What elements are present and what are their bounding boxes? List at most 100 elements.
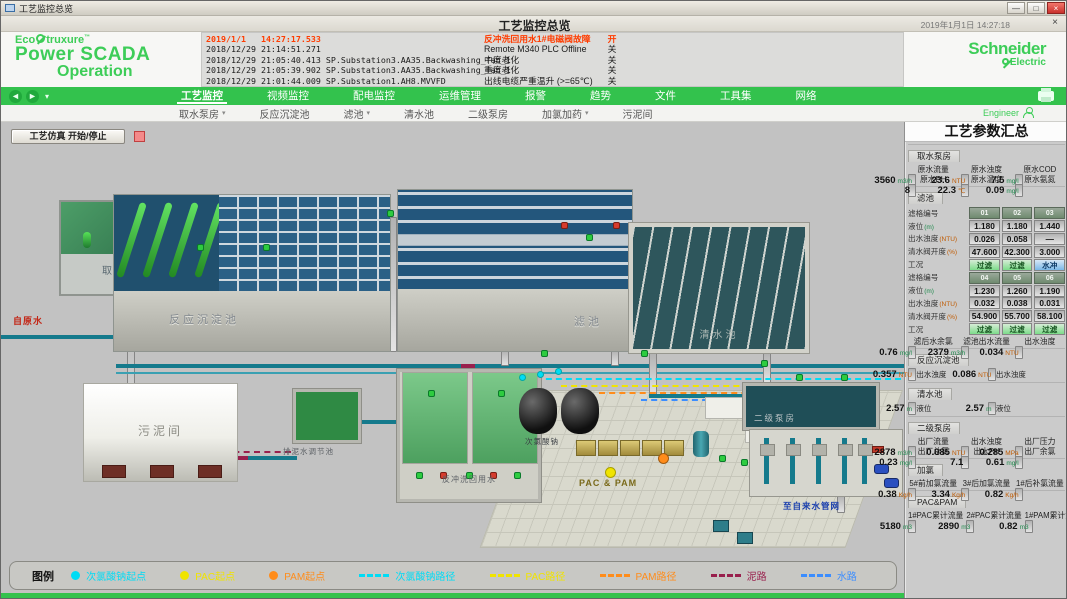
subnav-tab[interactable]: 污泥间▾ (623, 106, 653, 121)
filter-cell: 0.032 (969, 297, 1000, 309)
nav-menu-item[interactable]: 文件 (633, 88, 698, 105)
filter-cell: 1.260 (1002, 285, 1033, 297)
scada-window: 工艺监控总览 — □ × 工艺监控总览 2019年1月1日 14:27:18 ×… (0, 0, 1067, 599)
section-tab-clearwell[interactable]: 清水池 (908, 388, 952, 400)
simulation-start-stop-button[interactable]: 工艺仿真 开始/停止 (11, 129, 125, 144)
backwash-reuse-pools[interactable]: 反冲洗回用水 (397, 369, 541, 502)
legend-bar: 图例 次氯酸钠起点 PAC起点 PAM起点 次氯酸钠路径 PAC路径 PAM路径… (1, 558, 904, 593)
pam-start-point-icon (658, 453, 669, 464)
legend-item: PAM路径 (600, 568, 677, 583)
section-tab-secondary[interactable]: 二级泵房 (908, 422, 960, 434)
section-tab-intake[interactable]: 取水泵房 (908, 150, 960, 162)
minimize-button[interactable]: — (1007, 2, 1025, 14)
nav-menu-item[interactable]: 趋势 (568, 88, 633, 105)
valve-icon[interactable] (586, 234, 593, 241)
alarm-row[interactable]: 2018/12/29 21:14:51.271Remote M340 PLC O… (206, 44, 899, 54)
subnav-tab[interactable]: 二级泵房▾ (468, 106, 508, 121)
parameter-box: 滤池出水流量2379m3/h (961, 337, 1011, 346)
nav-menu-item[interactable]: 网络 (774, 88, 839, 105)
naclo-tank[interactable] (519, 388, 557, 434)
schneider-logo: Schneider Electric (968, 41, 1046, 68)
parameter-value: 7.1 (950, 457, 963, 469)
pac-pam-area[interactable] (576, 440, 702, 476)
alarm-row[interactable]: 2018/12/29 21:01:44.009 SP.Substation1.A… (206, 76, 899, 86)
parameter-value: 0.76 (879, 347, 898, 359)
parameter-unit: Kg/h (899, 492, 912, 499)
valve-icon[interactable] (613, 222, 620, 229)
valve-icon[interactable] (263, 244, 270, 251)
parameter-value: 0.034 (980, 347, 1004, 359)
alarm-state: 开 (602, 34, 622, 44)
alarm-row[interactable]: 2018/12/29 21:05:40.413 SP.Substation3.A… (206, 55, 899, 65)
parameter-value: 0.086 (952, 369, 976, 381)
valve-icon[interactable] (796, 374, 803, 381)
regulating-pond-label: 排泥水调节池 (283, 446, 334, 457)
naclo-tank[interactable] (561, 388, 599, 434)
legend-item: PAC起点 (180, 568, 235, 583)
parameter-box: 1#PAC累计流量5180m3 (908, 511, 963, 520)
alarm-row[interactable]: 2018/12/29 21:05:39.902 SP.Substation3.A… (206, 65, 899, 75)
nav-history-caret-icon[interactable]: ▾ (45, 92, 49, 101)
nav-menu-item[interactable]: 工具集 (698, 88, 774, 105)
valve-icon[interactable] (387, 210, 394, 217)
pump-icon[interactable] (884, 478, 899, 488)
subnav-tab[interactable]: 清水池▾ (404, 106, 434, 121)
subnav-tab[interactable]: 反应沉淀池▾ (260, 106, 310, 121)
parameter-value: 2.57 (886, 403, 905, 415)
ecostruxure-logo: Ecotruxure™ Power SCADA Operation (15, 34, 150, 80)
legend-item-label: PAC起点 (195, 568, 235, 583)
alarm-row[interactable]: 2019/1/1 14:27:17.533反冲洗回用水1#电磁阀故障开 (206, 34, 899, 44)
parameter-box: 出水浊度0.034NTU (1015, 337, 1065, 346)
sludge-house[interactable]: 污泥间 (83, 383, 238, 482)
legend-title: 图例 (32, 568, 54, 584)
nav-menu-item[interactable]: 工艺监控 (159, 88, 245, 105)
nav-menu-item[interactable]: 运维管理 (417, 88, 503, 105)
parameter-label: 原水浊度 (961, 165, 1011, 174)
parameter-label: 3#后加氯流量 (961, 479, 1011, 488)
parameter-box: 1#PAM累计流量0.82m3 (1025, 511, 1067, 520)
parameter-value: 3.34 (931, 489, 950, 501)
nav-menu-item[interactable]: 报警 (503, 88, 568, 105)
page-close-icon[interactable]: × (1048, 17, 1062, 28)
reaction-sedimentation-tank[interactable]: 反应沉淀池 (113, 194, 391, 352)
ecostruxure-glyph-icon (36, 34, 45, 43)
clear-water-pool[interactable]: 清水池 (629, 223, 809, 353)
valve-icon[interactable] (841, 374, 848, 381)
filter-cell: 过滤 (969, 259, 1000, 271)
product-name-line1: Power SCADA (15, 46, 150, 64)
legend-item-label: 泥路 (747, 568, 767, 583)
parameter-value-box: 7.1 (961, 456, 969, 469)
equipment-box (713, 520, 729, 532)
nav-back-button[interactable]: ◄ (9, 90, 22, 103)
user-badge[interactable]: Engineer (983, 107, 1034, 118)
parameter-label: 出厂流量 (908, 437, 958, 446)
parameter-label: 5#前加氯流量 (908, 479, 958, 488)
parameter-value-box: 8 (908, 184, 916, 197)
subnav-tab[interactable]: 滤池▾ (344, 106, 371, 121)
parameter-value-box: 0.034NTU (1015, 346, 1023, 359)
nav-menu-item[interactable]: 视频监控 (245, 88, 331, 105)
nav-menu-item[interactable]: 配电监控 (331, 88, 417, 105)
alarm-message: 反冲洗回用水1#电磁阀故障 (484, 34, 602, 44)
alarm-state: 关 (602, 55, 622, 65)
subnav-tab-label: 加氯加药 (542, 106, 582, 121)
subnav-tab[interactable]: 取水泵房▾ (179, 106, 226, 121)
close-button[interactable]: × (1047, 2, 1065, 14)
parameter-value-box: 2379m3/h (961, 346, 969, 359)
valve-icon[interactable] (561, 222, 568, 229)
regulating-pond[interactable] (293, 389, 361, 443)
valve-icon[interactable] (197, 244, 204, 251)
sludge-route-marker (461, 364, 475, 368)
secondary-pump-house-tank[interactable]: 二级泵房 (743, 383, 879, 430)
valve-icon[interactable] (761, 360, 768, 367)
legend-item: 次氯酸钠起点 (71, 568, 146, 583)
nav-forward-button[interactable]: ► (26, 90, 39, 103)
maximize-button[interactable]: □ (1027, 2, 1045, 14)
valve-icon[interactable] (641, 350, 648, 357)
valve-icon[interactable] (541, 350, 548, 357)
filter-tank[interactable]: 滤池 (397, 189, 633, 352)
legend-swatch-icon (269, 571, 278, 580)
parameter-value: 0.085 (926, 447, 950, 459)
printer-icon[interactable] (1038, 91, 1054, 101)
subnav-tab[interactable]: 加氯加药▾ (542, 106, 589, 121)
